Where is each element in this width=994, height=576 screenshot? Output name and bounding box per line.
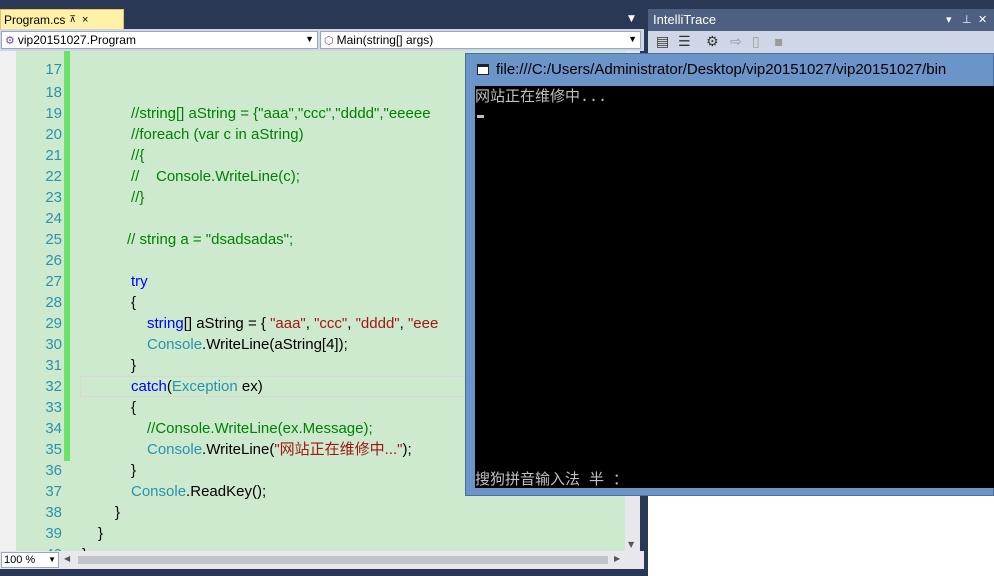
scroll-left-icon[interactable]: ◀ (64, 554, 70, 563)
code-line: 39 } (45, 525, 87, 551)
open-icon[interactable]: ▯ (752, 34, 760, 50)
chevron-down-icon: ▼ (628, 34, 637, 44)
method-combo[interactable]: ⬡ Main(string[] args) ▼ (320, 31, 641, 49)
save-icon[interactable]: ▪ (774, 34, 784, 50)
pin-icon[interactable]: ⊼ (69, 14, 76, 25)
close-icon[interactable]: × (82, 14, 88, 26)
tab-title: Program.cs (4, 12, 66, 27)
class-icon: ⚙ (5, 34, 15, 47)
chevron-down-icon: ▼ (305, 34, 314, 44)
class-combo-value: vip20151027.Program (17, 33, 136, 47)
chevron-down-icon: ▼ (48, 555, 56, 564)
ime-status: 搜狗拼音输入法 半 ： (475, 470, 629, 488)
gear-icon[interactable]: ⚙ (706, 34, 719, 50)
navigation-bar: ⚙ vip20151027.Program ▼ ⬡ Main(string[] … (0, 29, 644, 51)
tab-program-cs[interactable]: Program.cs ⊼ × (0, 9, 124, 29)
panel-dropdown-icon[interactable]: ▾ (946, 9, 952, 31)
console-cursor (477, 115, 484, 118)
method-combo-value: Main(string[] args) (336, 33, 434, 47)
editor-status-row: 100 % ▼ ◀ ▶ (0, 551, 644, 569)
console-output-line: 网站正在维修中... (475, 87, 608, 105)
zoom-select[interactable]: 100 % ▼ (1, 552, 59, 568)
console-window[interactable]: file:///C:/Users/Administrator/Desktop/v… (465, 53, 994, 496)
code-line: 40 (0, 523, 625, 551)
console-output-area[interactable]: 网站正在维修中... 搜狗拼音输入法 半 ： (475, 86, 994, 488)
scroll-down-icon[interactable]: ▼ (628, 540, 634, 549)
pin-icon[interactable]: ⊥ (962, 9, 972, 31)
calls-view-icon[interactable]: ☰ (678, 34, 691, 50)
list-view-icon[interactable]: ▤ (656, 34, 669, 50)
tab-dropdown-icon[interactable]: ▼ (628, 14, 635, 24)
zoom-value: 100 % (4, 554, 36, 566)
horizontal-scrollbar-thumb[interactable] (78, 556, 608, 564)
method-icon: ⬡ (324, 34, 334, 47)
console-title: file:///C:/Users/Administrator/Desktop/v… (496, 61, 947, 78)
close-icon[interactable]: ✕ (978, 9, 987, 31)
forward-icon[interactable]: ⇨ (730, 34, 742, 50)
document-tab-bar: Program.cs ⊼ × ▼ (0, 0, 644, 29)
class-combo[interactable]: ⚙ vip20151027.Program ▼ (1, 31, 318, 49)
intellitrace-toolbar: ▤ ☰ ⚙ ⇨ ▯ ▪ (648, 31, 994, 55)
panel-title: IntelliTrace (653, 12, 717, 27)
scroll-right-icon[interactable]: ▶ (614, 554, 620, 563)
intellitrace-titlebar: IntelliTrace ▾ ⊥ ✕ (648, 9, 994, 31)
